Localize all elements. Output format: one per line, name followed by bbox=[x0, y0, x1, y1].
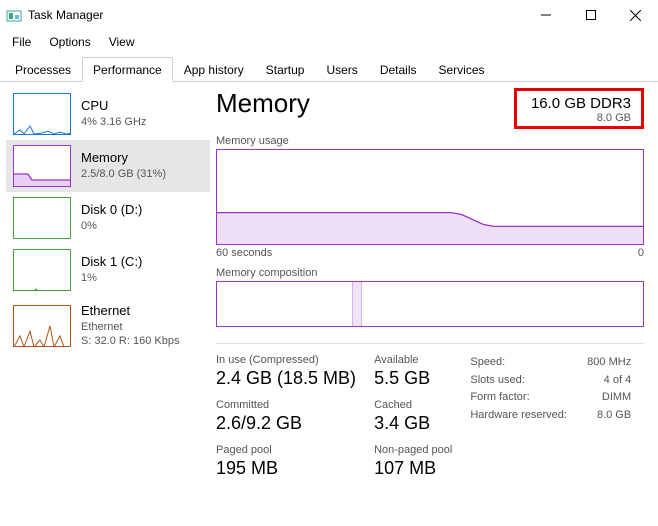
memory-composition-graph[interactable] bbox=[216, 281, 644, 327]
paged-label: Paged pool bbox=[216, 444, 356, 456]
axis-right: 0 bbox=[638, 247, 644, 259]
sidebar-ethernet-title: Ethernet bbox=[81, 303, 179, 320]
memory-installed: 16.0 GB DDR3 bbox=[527, 95, 631, 112]
inuse-label: In use (Compressed) bbox=[216, 354, 356, 366]
separator bbox=[216, 343, 644, 344]
sidebar-disk0-title: Disk 0 (D:) bbox=[81, 202, 142, 219]
tab-startup[interactable]: Startup bbox=[255, 57, 316, 82]
content: CPU 4% 3.16 GHz Memory 2.5/8.0 GB (31%) … bbox=[0, 82, 658, 526]
slots-value: 4 of 4 bbox=[604, 372, 632, 390]
usage-label: Memory usage bbox=[216, 135, 289, 147]
cached-label: Cached bbox=[374, 399, 452, 411]
inuse-value: 2.4 GB (18.5 MB) bbox=[216, 368, 356, 389]
main-panel: Memory 16.0 GB DDR3 8.0 GB Memory usage … bbox=[210, 82, 658, 526]
menu-options[interactable]: Options bbox=[41, 32, 98, 52]
menubar: File Options View bbox=[0, 30, 658, 54]
sidebar-item-disk0[interactable]: Disk 0 (D:) 0% bbox=[6, 192, 210, 244]
usage-line-icon bbox=[217, 150, 643, 244]
speed-label: Speed: bbox=[470, 354, 505, 372]
cached-value: 3.4 GB bbox=[374, 413, 452, 434]
nonpaged-label: Non-paged pool bbox=[374, 444, 452, 456]
available-label: Available bbox=[374, 354, 452, 366]
hardware-table: Speed: 800 MHz Slots used: 4 of 4 Form fac… bbox=[470, 354, 631, 479]
sidebar-cpu-sub: 4% 3.16 GHz bbox=[81, 115, 146, 129]
sidebar-item-memory[interactable]: Memory 2.5/8.0 GB (31%) bbox=[6, 140, 210, 192]
menu-file[interactable]: File bbox=[4, 32, 39, 52]
paged-value: 195 MB bbox=[216, 458, 356, 479]
tab-processes[interactable]: Processes bbox=[4, 57, 82, 82]
composition-label: Memory composition bbox=[216, 267, 644, 279]
maximize-button[interactable] bbox=[568, 0, 613, 30]
memory-usage-graph[interactable]: WINDOWSDIGITAL.com bbox=[216, 149, 644, 245]
memory-usable: 8.0 GB bbox=[527, 112, 631, 124]
minimize-button[interactable] bbox=[523, 0, 568, 30]
sidebar-item-ethernet[interactable]: Ethernet Ethernet S: 32.0 R: 160 Kbps bbox=[6, 296, 210, 356]
reserved-label: Hardware reserved: bbox=[470, 407, 567, 425]
sidebar-disk1-sub: 1% bbox=[81, 271, 142, 285]
nonpaged-value: 107 MB bbox=[374, 458, 452, 479]
tab-app-history[interactable]: App history bbox=[173, 57, 255, 82]
sidebar-cpu-title: CPU bbox=[81, 98, 146, 115]
tab-users[interactable]: Users bbox=[315, 57, 368, 82]
sidebar-item-disk1[interactable]: Disk 1 (C:) 1% bbox=[6, 244, 210, 296]
tab-services[interactable]: Services bbox=[428, 57, 496, 82]
available-value: 5.5 GB bbox=[374, 368, 452, 389]
menu-view[interactable]: View bbox=[101, 32, 143, 52]
disk0-graph-icon bbox=[13, 197, 71, 239]
sidebar-disk1-title: Disk 1 (C:) bbox=[81, 254, 142, 271]
page-title: Memory bbox=[216, 88, 310, 119]
ethernet-graph-icon bbox=[13, 305, 71, 347]
sidebar-item-cpu[interactable]: CPU 4% 3.16 GHz bbox=[6, 88, 210, 140]
tab-performance[interactable]: Performance bbox=[82, 57, 173, 82]
sidebar-disk0-sub: 0% bbox=[81, 219, 142, 233]
speed-value: 800 MHz bbox=[587, 354, 631, 372]
sidebar: CPU 4% 3.16 GHz Memory 2.5/8.0 GB (31%) … bbox=[0, 82, 210, 526]
titlebar: Task Manager bbox=[0, 0, 658, 30]
stats: In use (Compressed) 2.4 GB (18.5 MB) Com… bbox=[216, 354, 644, 479]
window-title: Task Manager bbox=[28, 8, 523, 22]
form-value: DIMM bbox=[602, 389, 631, 407]
axis-left: 60 seconds bbox=[216, 247, 272, 259]
task-manager-icon bbox=[6, 7, 22, 23]
sidebar-ethernet-sub2: S: 32.0 R: 160 Kbps bbox=[81, 334, 179, 348]
memory-graph-icon bbox=[13, 145, 71, 187]
reserved-value: 8.0 GB bbox=[597, 407, 631, 425]
slots-label: Slots used: bbox=[470, 372, 524, 390]
form-label: Form factor: bbox=[470, 389, 529, 407]
sidebar-memory-title: Memory bbox=[81, 150, 166, 167]
sidebar-memory-sub: 2.5/8.0 GB (31%) bbox=[81, 167, 166, 181]
tabs: Processes Performance App history Startu… bbox=[0, 56, 658, 82]
close-button[interactable] bbox=[613, 0, 658, 30]
cpu-graph-icon bbox=[13, 93, 71, 135]
sidebar-ethernet-sub1: Ethernet bbox=[81, 320, 179, 334]
disk1-graph-icon bbox=[13, 249, 71, 291]
committed-label: Committed bbox=[216, 399, 356, 411]
tab-details[interactable]: Details bbox=[369, 57, 428, 82]
memory-info-box: 16.0 GB DDR3 8.0 GB bbox=[514, 88, 644, 129]
committed-value: 2.6/9.2 GB bbox=[216, 413, 356, 434]
